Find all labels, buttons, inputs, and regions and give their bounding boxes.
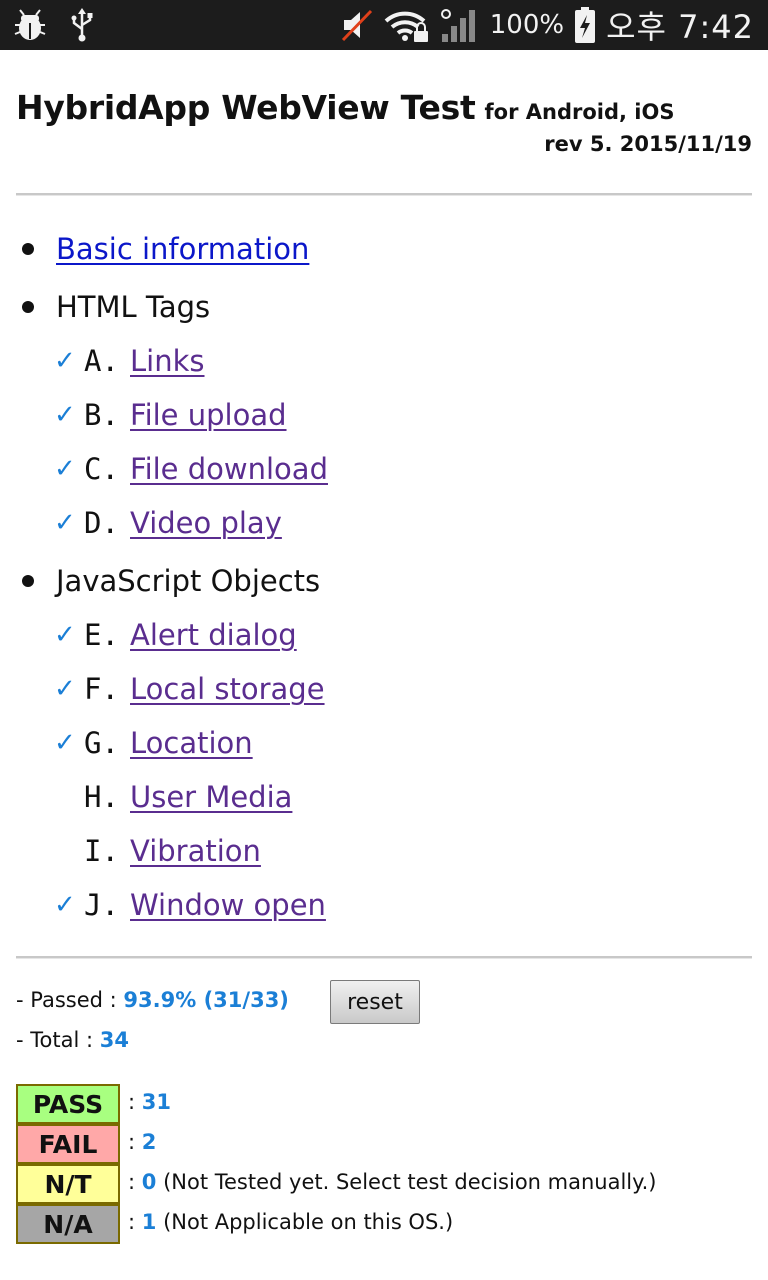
page-subtitle: for Android, iOS [484,100,675,124]
test-item-vibration: I. Vibration [0,824,768,878]
title-line: HybridApp WebView Test for Android, iOS [16,88,674,127]
test-item-window-open: ✓ J. Window open [0,878,768,932]
check-icon: ✓ [54,728,76,758]
item-letter: I. [84,834,119,868]
alert-dialog-test-link[interactable]: Alert dialog [130,618,297,652]
legend-text: : 1 (Not Applicable on this OS.) [128,1210,454,1234]
check-icon: ✓ [54,346,76,376]
test-item-file-download: ✓ C. File download [0,442,768,496]
usb-icon [70,7,94,43]
links-test-link[interactable]: Links [130,344,205,378]
mute-icon [340,7,374,43]
test-item-alert-dialog: ✓ E. Alert dialog [0,608,768,662]
passed-value: 93.9% (31/33) [123,988,289,1012]
fail-badge: FAIL [16,1124,120,1164]
not-applicable-badge: N/A [16,1204,120,1244]
divider-top [16,193,752,196]
section-label: JavaScript Objects [56,564,321,598]
total-value: 34 [99,1028,129,1052]
passed-line: - Passed : 93.9% (31/33) [16,988,289,1012]
legend-pass: PASS : 31 [16,1084,752,1124]
test-item-user-media: H. User Media [0,770,768,824]
not-applicable-count: 1 [141,1210,157,1234]
not-tested-note: (Not Tested yet. Select test decision ma… [163,1170,657,1194]
check-icon: ✓ [54,508,76,538]
battery-charging-icon [574,6,596,44]
signal-icon [440,6,480,44]
check-icon: ✓ [54,890,76,920]
item-letter: G. [84,726,119,760]
section-label: HTML Tags [56,290,211,324]
section-javascript-objects: JavaScript Objects [0,554,768,608]
item-letter: C. [84,452,119,486]
test-item-location: ✓ G. Location [0,716,768,770]
not-applicable-note: (Not Applicable on this OS.) [163,1210,454,1234]
local-storage-test-link[interactable]: Local storage [130,672,325,706]
file-download-test-link[interactable]: File download [130,452,328,486]
location-test-link[interactable]: Location [130,726,253,760]
test-item-local-storage: ✓ F. Local storage [0,662,768,716]
check-icon: ✓ [54,620,76,650]
total-line: - Total : 34 [16,1028,129,1052]
bullet [22,243,34,255]
reset-button[interactable]: reset [330,980,420,1024]
bullet [22,575,34,587]
window-open-test-link[interactable]: Window open [130,888,326,922]
legend-text: : 31 [128,1090,171,1114]
user-media-test-link[interactable]: User Media [130,780,292,814]
legend-not-applicable: N/A : 1 (Not Applicable on this OS.) [16,1204,752,1244]
page-title: HybridApp WebView Test [16,88,476,127]
item-letter: H. [84,780,119,814]
item-letter: A. [84,344,119,378]
legend-text: : 2 [128,1130,157,1154]
item-letter: B. [84,398,119,432]
basic-information-link[interactable]: Basic information [56,232,309,266]
check-icon: ✓ [54,454,76,484]
test-item-links: ✓ A. Links [0,334,768,388]
bug-icon [12,7,48,43]
total-label: - Total : [16,1028,94,1052]
bullet [22,301,34,313]
divider-bottom [16,956,752,959]
vibration-test-link[interactable]: Vibration [130,834,261,868]
item-letter: E. [84,618,119,652]
revision-label: rev 5. 2015/11/19 [544,132,752,156]
check-icon: ✓ [54,674,76,704]
test-item-video-play: ✓ D. Video play [0,496,768,550]
pass-count: 31 [141,1090,171,1114]
legend-not-tested: N/T : 0 (Not Tested yet. Select test dec… [16,1164,752,1204]
video-play-test-link[interactable]: Video play [130,506,282,540]
status-bar: 100% 오후 7:42 [0,0,768,50]
wifi-lock-icon [384,7,430,43]
item-letter: D. [84,506,119,540]
item-letter: F. [84,672,119,706]
section-html-tags: HTML Tags [0,280,768,334]
list-item-basic-info: Basic information [0,222,768,276]
file-upload-test-link[interactable]: File upload [130,398,287,432]
legend-text: : 0 (Not Tested yet. Select test decisio… [128,1170,657,1194]
results-summary: - Passed : 93.9% (31/33) - Total : 34 re… [16,980,752,1070]
legend-fail: FAIL : 2 [16,1124,752,1164]
clock: 오후 7:42 [606,8,754,46]
item-letter: J. [84,888,119,922]
fail-count: 2 [141,1130,157,1154]
test-item-file-upload: ✓ B. File upload [0,388,768,442]
battery-percent: 100% [489,10,565,40]
passed-label: - Passed : [16,988,117,1012]
check-icon: ✓ [54,400,76,430]
page-header: HybridApp WebView Test for Android, iOS … [16,88,752,160]
not-tested-count: 0 [141,1170,157,1194]
pass-badge: PASS [16,1084,120,1124]
not-tested-badge: N/T [16,1164,120,1204]
